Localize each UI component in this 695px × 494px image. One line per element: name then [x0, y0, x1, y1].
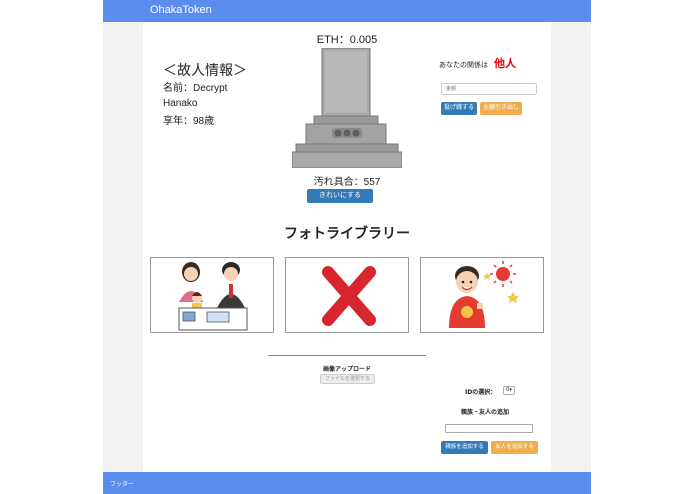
footer: フッター — [103, 472, 591, 494]
add-member-title: 親族・友人の追加 — [461, 409, 510, 416]
relation-value: 他人 — [494, 57, 516, 70]
photo-item[interactable] — [420, 257, 544, 333]
footer-text: フッター — [110, 481, 135, 488]
deceased-name: 名前：Decrypt Hanako — [163, 83, 228, 109]
deceased-age: 享年：98歳 — [163, 116, 215, 127]
brand-logo[interactable]: OhakaToken — [150, 4, 212, 16]
gravestone-icon — [292, 48, 402, 168]
photo-item[interactable] — [285, 257, 409, 333]
main-panel: ＜故人情報＞ 名前：Decrypt Hanako 享年：98歳 ETH：0.00… — [143, 22, 551, 472]
red-x-icon — [322, 266, 376, 326]
donate-button[interactable]: 投げ銭する — [441, 102, 477, 115]
withdraw-all-button[interactable]: 全額引き出し — [480, 102, 522, 115]
photo-item[interactable] — [150, 257, 274, 333]
family-photo-icon — [178, 262, 248, 331]
upload-title: 画像アップロード — [322, 366, 371, 373]
navbar: OhakaToken — [103, 0, 591, 22]
clean-button[interactable]: きれいにする — [307, 189, 373, 203]
id-select-dropdown[interactable]: 0▾ — [503, 386, 515, 395]
dirt-level: 汚れ具合：557 — [313, 177, 381, 188]
photo-library-title: フォトライブラリー — [284, 226, 410, 242]
add-family-button[interactable]: 親族を追加する — [441, 441, 488, 454]
page-wrapper: OhakaToken ＜故人情報＞ 名前：Decrypt Hanako 享年：9… — [103, 0, 591, 494]
amount-input[interactable] — [441, 83, 537, 95]
file-select-button[interactable]: ファイルを選択する — [320, 374, 375, 384]
deceased-info-title: ＜故人情報＞ — [163, 62, 247, 78]
chevron-down-icon: ▾ — [509, 387, 512, 393]
eth-balance: ETH：0.005 — [316, 34, 378, 46]
section-divider — [268, 355, 426, 356]
member-address-input[interactable] — [445, 424, 533, 433]
id-select-label: IDの選択： — [465, 389, 497, 396]
add-friend-button[interactable]: 友人を追加する — [491, 441, 538, 454]
sun-boy-photo-icon — [449, 261, 519, 328]
relation-label: あなたの関係は — [439, 61, 488, 69]
